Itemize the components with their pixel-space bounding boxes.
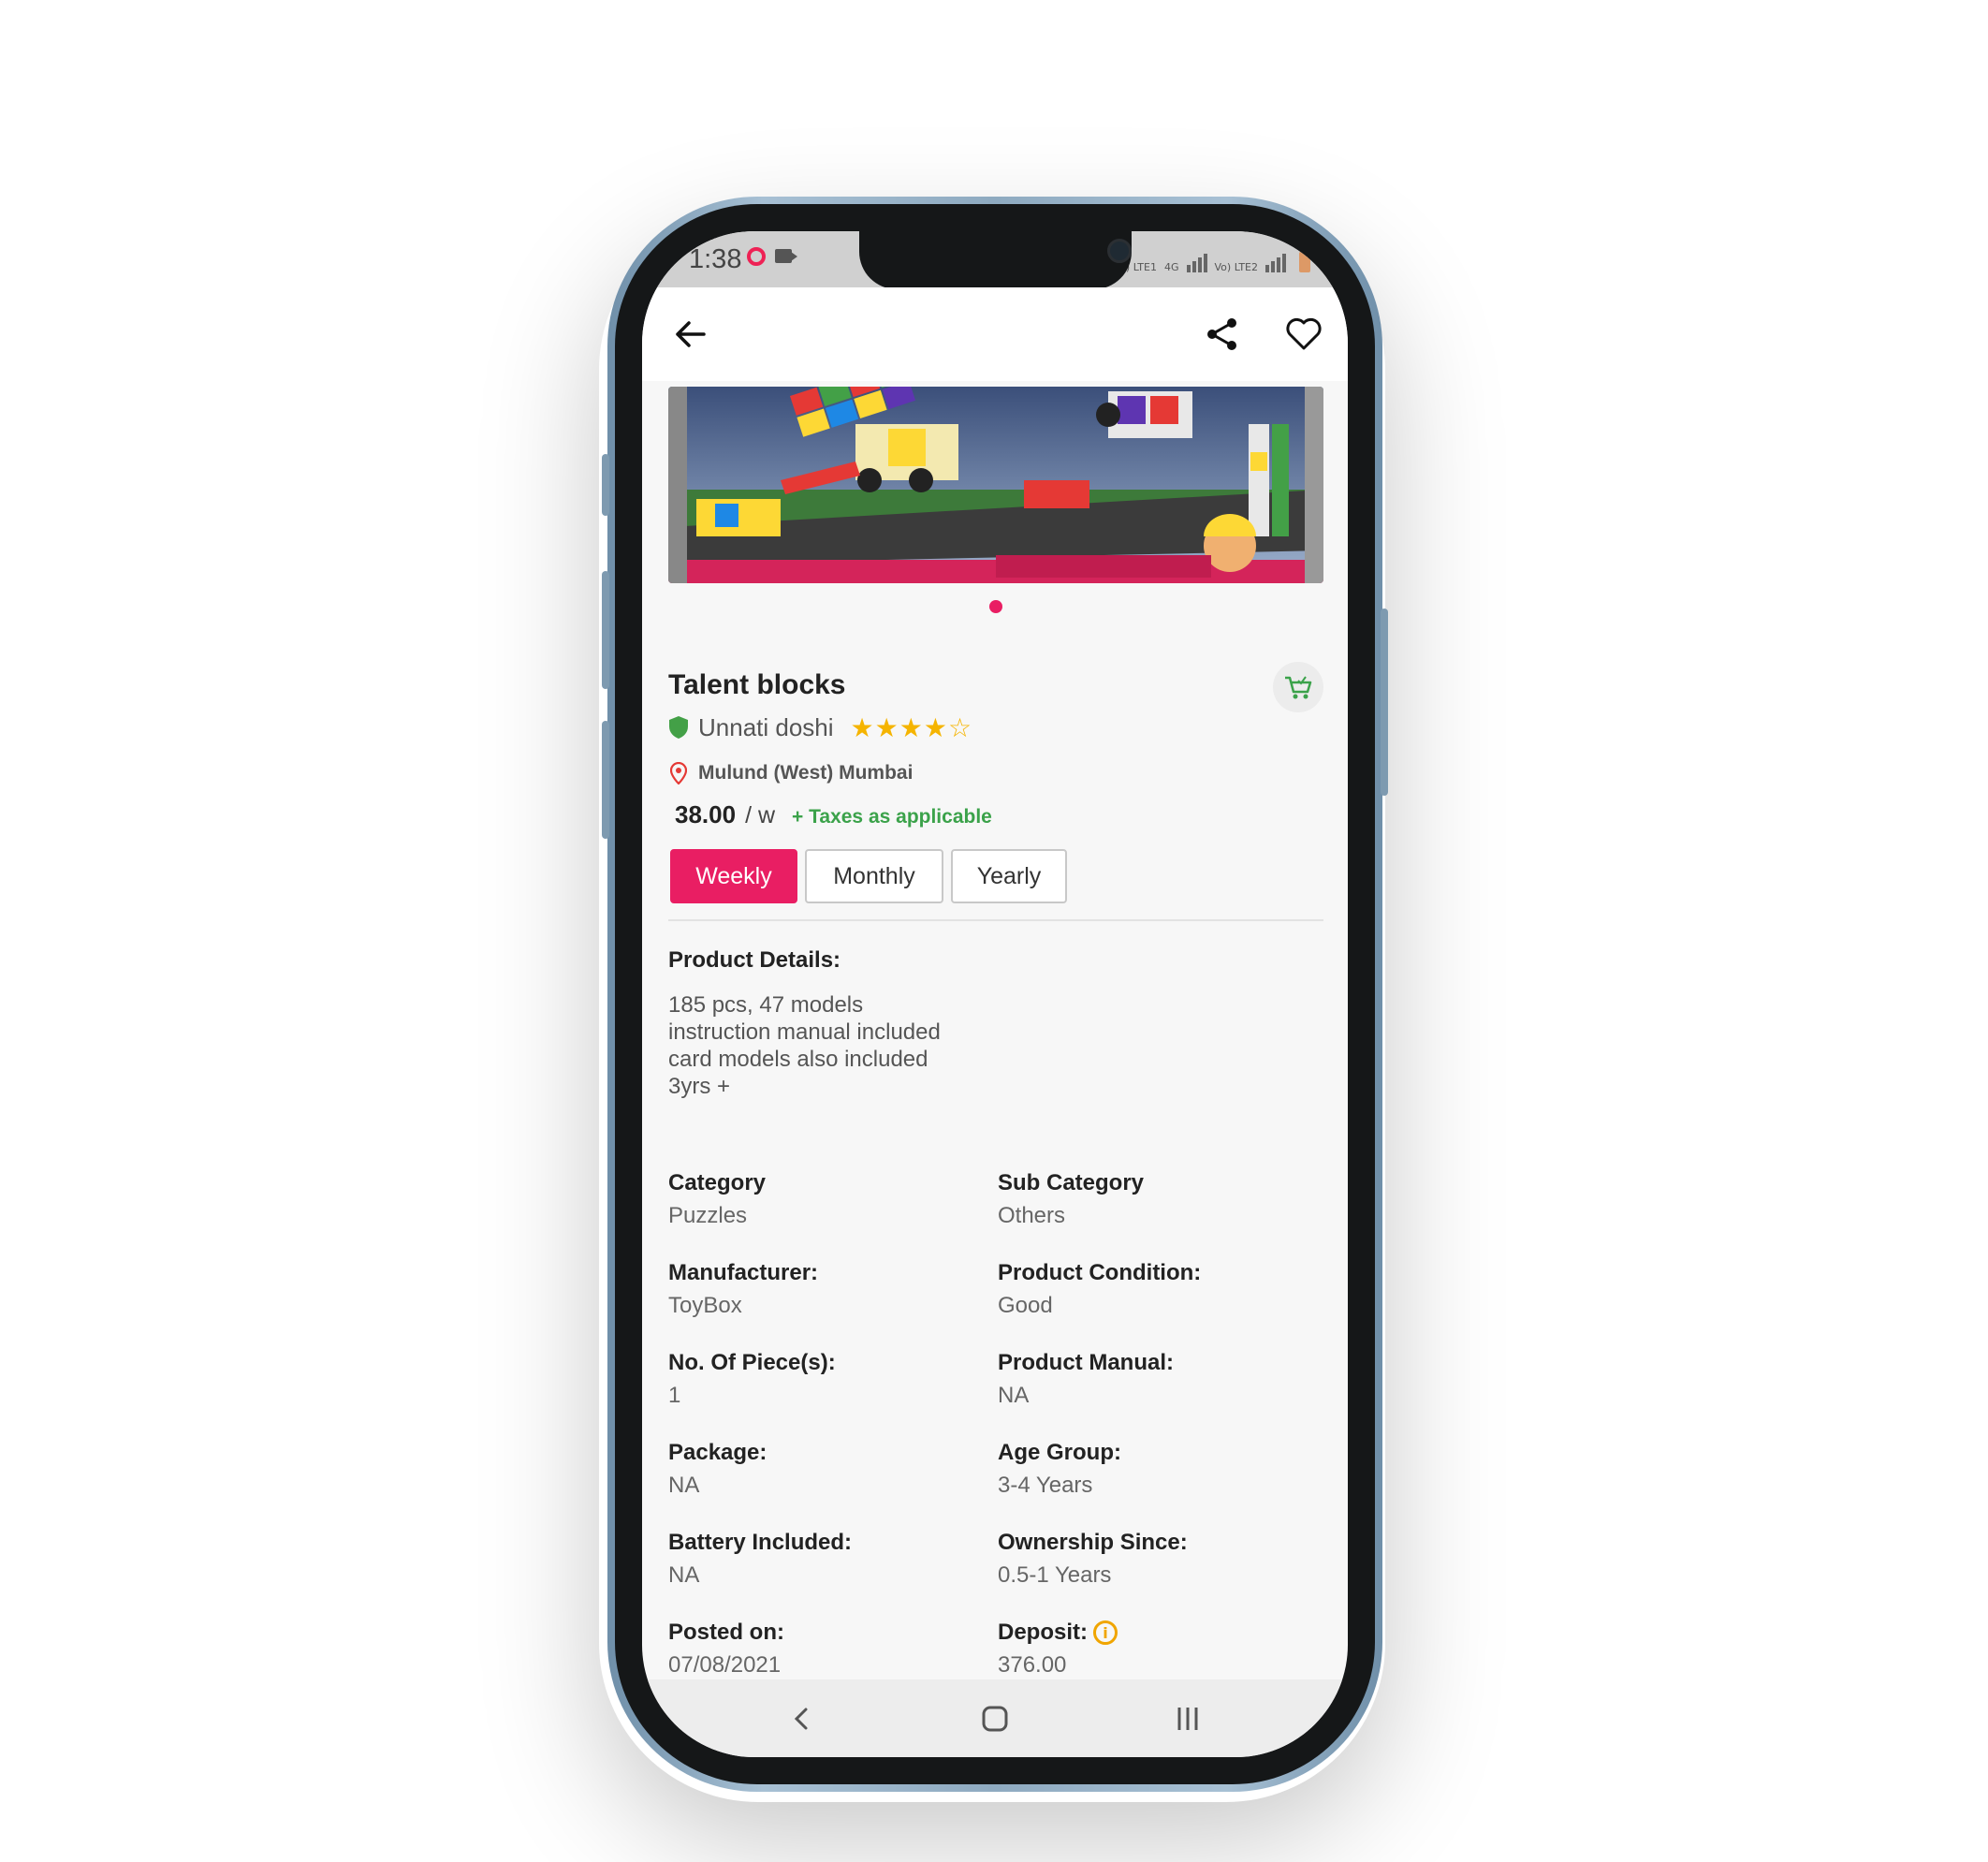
spec-label: No. Of Piece(s): <box>668 1350 836 1375</box>
detail-line: 3yrs + <box>668 1074 731 1099</box>
phone-screen: 1:38 Vo) LTE1 4G Vo) LTE2 Talent blocks … <box>642 231 1348 1757</box>
location-text: Mulund (West) Mumbai <box>698 762 914 784</box>
carousel-indicator-active[interactable] <box>989 600 1002 613</box>
spec-value: 3-4 Years <box>998 1473 1093 1498</box>
spec-value: 0.5-1 Years <box>998 1562 1112 1588</box>
spec-label: Posted on: <box>668 1620 784 1645</box>
arrow-left-icon <box>676 321 706 347</box>
signal-icon <box>1186 254 1207 272</box>
spec-label: Deposit: i <box>998 1617 1316 1649</box>
detail-line: card models also included <box>668 1047 928 1072</box>
network-label-3: Vo) LTE2 <box>1214 261 1258 273</box>
tax-note: + Taxes as applicable <box>792 806 992 828</box>
chevron-left-icon <box>794 1708 808 1730</box>
phone-side-button <box>1381 608 1388 796</box>
divider <box>668 919 1323 921</box>
system-home-button[interactable] <box>967 1691 1023 1747</box>
info-icon[interactable]: i <box>1093 1620 1118 1645</box>
spec-label: Manufacturer: <box>668 1260 819 1285</box>
signal-icon <box>1265 254 1286 272</box>
period-tab-monthly[interactable]: Monthly <box>805 849 943 903</box>
rating-stars: ★★★★☆ <box>850 711 973 743</box>
cart-icon <box>1285 676 1312 699</box>
spec-label: Product Condition: <box>998 1260 1202 1285</box>
back-button[interactable] <box>663 306 719 362</box>
spec-value: Others <box>998 1203 1066 1228</box>
spec-value: 07/08/2021 <box>668 1652 782 1678</box>
app-toolbar <box>642 287 1348 381</box>
system-recents-button[interactable] <box>1160 1691 1216 1747</box>
rental-period-selector: Weekly Monthly Yearly <box>670 849 1067 903</box>
system-navigation-bar <box>642 1679 1348 1757</box>
spec-subcategory: Sub Category Others <box>998 1167 1316 1229</box>
camera-notch <box>859 231 1132 289</box>
heart-icon <box>1286 317 1322 350</box>
spec-value: ToyBox <box>668 1293 742 1318</box>
price-row: 38.00 / w + Taxes as applicable <box>675 800 992 829</box>
spec-value: 376.00 <box>998 1652 1067 1678</box>
phone-side-button <box>602 721 609 839</box>
product-image[interactable] <box>668 387 1323 583</box>
spec-ownership: Ownership Since: 0.5-1 Years <box>998 1527 1316 1589</box>
deposit-label: Deposit: <box>998 1620 1088 1645</box>
spec-label: Sub Category <box>998 1170 1145 1195</box>
seller-name[interactable]: Unnati doshi <box>698 713 834 742</box>
spec-battery: Battery Included: NA <box>668 1527 987 1589</box>
period-tab-weekly[interactable]: Weekly <box>670 849 797 903</box>
spec-value: NA <box>668 1473 700 1498</box>
detail-line: instruction manual included <box>668 1019 941 1045</box>
spec-manufacturer: Manufacturer: ToyBox <box>668 1257 987 1319</box>
period-tab-yearly[interactable]: Yearly <box>951 849 1067 903</box>
home-square-icon <box>982 1706 1008 1732</box>
add-to-cart-button[interactable] <box>1273 662 1323 712</box>
spec-label: Product Manual: <box>998 1350 1175 1375</box>
spec-pieces: No. Of Piece(s): 1 <box>668 1347 987 1409</box>
seller-row: Unnati doshi ★★★★☆ <box>668 711 972 744</box>
front-camera <box>1107 239 1132 263</box>
app-notification-icon <box>747 247 766 266</box>
phone-side-button <box>602 571 609 689</box>
spec-label: Age Group: <box>998 1440 1121 1465</box>
detail-line: 185 pcs, 47 models <box>668 992 864 1018</box>
favorite-button[interactable] <box>1276 306 1332 362</box>
location-row: Mulund (West) Mumbai <box>670 759 913 787</box>
spec-age-group: Age Group: 3-4 Years <box>998 1437 1316 1499</box>
spec-label: Battery Included: <box>668 1530 853 1555</box>
share-button[interactable] <box>1194 306 1250 362</box>
product-details-heading: Product Details: <box>668 947 841 973</box>
recents-icon <box>1177 1708 1198 1730</box>
share-icon <box>1207 318 1236 350</box>
spec-value: NA <box>998 1383 1030 1408</box>
spec-label: Ownership Since: <box>998 1530 1188 1555</box>
spec-package: Package: NA <box>668 1437 987 1499</box>
system-back-button[interactable] <box>774 1691 830 1747</box>
spec-posted-on: Posted on: 07/08/2021 <box>668 1617 987 1679</box>
network-label-2: 4G <box>1163 261 1179 273</box>
spec-category: Category Puzzles <box>668 1167 987 1229</box>
spec-condition: Product Condition: Good <box>998 1257 1316 1319</box>
price-unit: / w <box>745 802 776 828</box>
spec-value: NA <box>668 1562 700 1588</box>
spec-manual: Product Manual: NA <box>998 1347 1316 1409</box>
spec-deposit: Deposit: i 376.00 <box>998 1617 1316 1679</box>
spec-label: Category <box>668 1170 767 1195</box>
product-photo <box>668 387 1323 583</box>
product-details-text: 185 pcs, 47 models instruction manual in… <box>668 991 941 1100</box>
phone-side-button <box>602 454 609 516</box>
status-time: 1:38 <box>689 244 742 274</box>
battery-icon <box>1299 252 1310 272</box>
spec-value: 1 <box>668 1383 681 1408</box>
spec-value: Puzzles <box>668 1203 748 1228</box>
verified-shield-icon <box>669 716 688 739</box>
spec-label: Package: <box>668 1440 767 1465</box>
product-title: Talent blocks <box>668 669 846 700</box>
video-camera-icon <box>775 249 797 263</box>
price-value: 38.00 <box>675 800 737 828</box>
location-pin-icon <box>670 762 687 784</box>
spec-value: Good <box>998 1293 1053 1318</box>
